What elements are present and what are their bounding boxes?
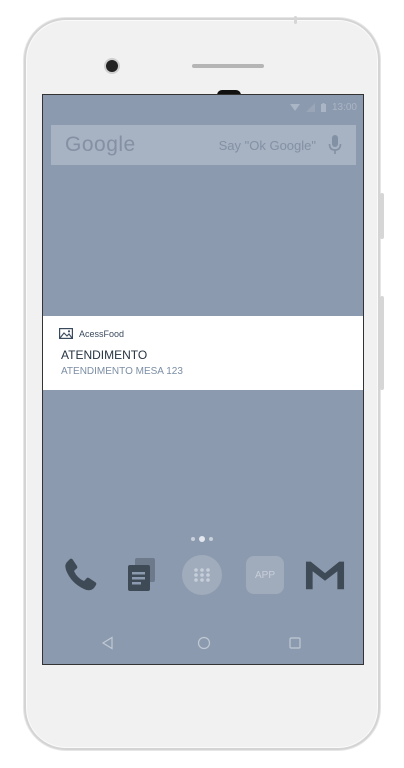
recents-button[interactable] <box>283 631 307 655</box>
back-button[interactable] <box>96 631 120 655</box>
page-dot <box>209 537 213 541</box>
signal-icon <box>305 103 315 112</box>
status-bar: 13:00 <box>43 95 363 119</box>
app-button-label: APP <box>246 556 284 594</box>
power-button <box>294 16 297 24</box>
home-screen: 13:00 Google Say "Ok Google" AcessFood A… <box>42 94 364 665</box>
navigation-bar <box>43 627 363 657</box>
recents-icon <box>289 637 301 649</box>
notification-text: ATENDIMENTO MESA 123 <box>61 366 183 377</box>
notes-icon <box>128 558 155 591</box>
microphone-icon[interactable] <box>328 135 342 155</box>
gmail-app[interactable] <box>305 555 345 595</box>
app-drawer-button[interactable] <box>182 555 222 595</box>
notes-app[interactable] <box>121 555 161 595</box>
battery-icon <box>320 103 326 112</box>
notification-app-name: AcessFood <box>79 328 125 339</box>
voice-hint: Say "Ok Google" <box>218 137 316 153</box>
google-search-bar[interactable]: Google Say "Ok Google" <box>51 125 356 165</box>
gmail-icon <box>305 561 345 590</box>
phone-icon <box>65 558 97 591</box>
notification-card[interactable]: AcessFood ATENDIMENTO ATENDIMENTO MESA 1… <box>43 316 363 390</box>
page-dot-active <box>199 536 205 542</box>
front-camera <box>106 60 118 72</box>
earpiece-speaker <box>192 64 264 68</box>
wifi-icon <box>289 104 300 111</box>
volume-up-button <box>380 193 384 239</box>
back-icon <box>101 636 113 650</box>
page-indicator <box>191 536 213 542</box>
home-icon <box>197 636 211 650</box>
phone-app[interactable] <box>61 555 101 595</box>
generic-app[interactable]: APP <box>245 555 285 595</box>
page-dot <box>191 537 195 541</box>
clock: 13:00 <box>331 102 357 113</box>
home-button[interactable] <box>192 631 216 655</box>
notification-title: ATENDIMENTO <box>61 348 148 362</box>
volume-down-button <box>380 296 384 390</box>
app-drawer-icon <box>182 555 222 595</box>
image-icon <box>59 328 73 339</box>
google-logo: Google <box>65 133 136 156</box>
app-dock: APP <box>43 555 363 601</box>
